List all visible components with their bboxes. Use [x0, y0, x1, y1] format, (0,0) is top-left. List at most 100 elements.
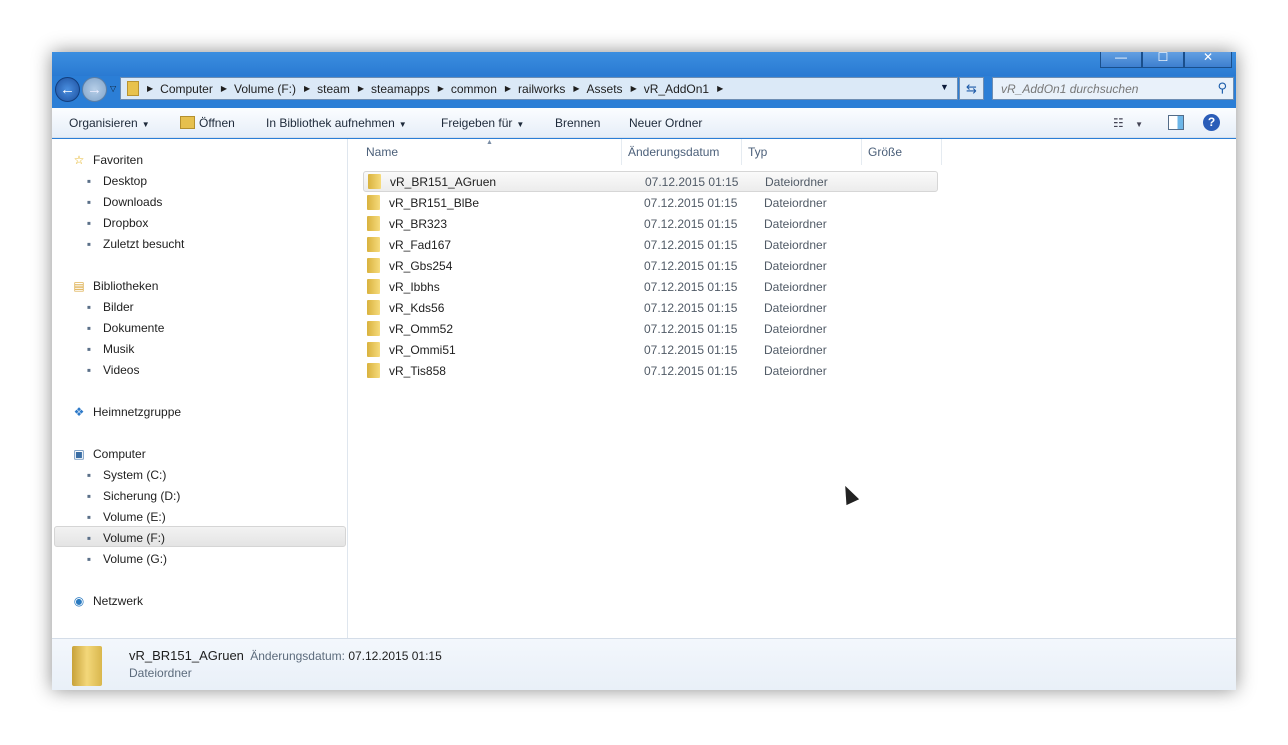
- drive-or-folder-icon: ▪: [86, 194, 92, 209]
- sidebar-item[interactable]: ▪ Bilder: [81, 296, 134, 317]
- sidebar-item[interactable]: ▪ Videos: [81, 359, 140, 380]
- file-name: vR_BR323: [389, 216, 448, 231]
- drive-or-folder-icon: ▪: [86, 509, 92, 524]
- folder-icon: [367, 216, 380, 231]
- sidebar-group-favorites[interactable]: ☆ Favoriten: [71, 149, 143, 170]
- sidebar-group-homegroup[interactable]: ❖ Heimnetzgruppe: [71, 401, 181, 422]
- chevron-right-icon[interactable]: ▶: [631, 84, 637, 93]
- chevron-down-icon: ▼: [516, 120, 525, 129]
- close-button[interactable]: ✕: [1184, 52, 1232, 68]
- preview-pane-icon[interactable]: [1168, 115, 1184, 130]
- drive-or-folder-icon: ▪: [86, 362, 92, 377]
- file-date: 07.12.2015 01:15: [644, 279, 738, 294]
- sidebar-item[interactable]: ▪ System (C:): [81, 464, 166, 485]
- open-button[interactable]: Öffnen: [180, 116, 235, 130]
- sidebar-item[interactable]: ▪ Dropbox: [81, 212, 149, 233]
- chevron-down-icon: ▼: [398, 120, 407, 129]
- column-header-size[interactable]: Größe: [862, 139, 942, 165]
- address-dropdown[interactable]: ▼: [940, 82, 949, 92]
- address-bar[interactable]: ▶ Computer ▶ Volume (F:) ▶ steam ▶ steamapps ▶ c…: [120, 77, 958, 100]
- folder-icon: [368, 174, 381, 189]
- forward-button[interactable]: →: [82, 77, 107, 102]
- file-date: 07.12.2015 01:15: [645, 174, 739, 189]
- search-input[interactable]: vR_AddOn1 durchsuchen ⚲: [992, 77, 1234, 100]
- sidebar-item-label: Sicherung (D:): [103, 488, 181, 503]
- sidebar-group-computer[interactable]: ▣ Computer: [71, 443, 145, 464]
- minimize-button[interactable]: —: [1100, 52, 1142, 68]
- organize-button[interactable]: Organisieren ▼: [69, 116, 150, 130]
- help-icon[interactable]: ?: [1203, 114, 1220, 131]
- sidebar-item[interactable]: ▪ Desktop: [81, 170, 147, 191]
- sidebar-item[interactable]: ▪ Sicherung (D:): [81, 485, 181, 506]
- share-with-button[interactable]: Freigeben für ▼: [441, 116, 524, 130]
- file-date: 07.12.2015 01:15: [644, 195, 738, 210]
- folder-icon: [367, 237, 380, 252]
- view-options-icon[interactable]: ☷ ▼: [1113, 116, 1143, 130]
- refresh-button[interactable]: ⇆: [959, 77, 984, 100]
- sidebar-item[interactable]: ▪ Dokumente: [81, 317, 165, 338]
- file-row[interactable]: vR_BR323 07.12.2015 01:15 Dateiordner: [363, 213, 938, 234]
- file-date: 07.12.2015 01:15: [644, 321, 738, 336]
- file-row[interactable]: vR_Fad167 07.12.2015 01:15 Dateiordner: [363, 234, 938, 255]
- search-icon[interactable]: ⚲: [1217, 80, 1227, 96]
- sidebar-item-label: Bibliotheken: [93, 278, 159, 293]
- chevron-right-icon[interactable]: ▶: [717, 84, 723, 93]
- breadcrumb-label: Assets: [586, 81, 623, 96]
- include-in-library-button[interactable]: In Bibliothek aufnehmen ▼: [266, 116, 407, 130]
- sidebar-item[interactable]: ▪ Downloads: [81, 191, 163, 212]
- search-placeholder: vR_AddOn1 durchsuchen: [1001, 81, 1139, 96]
- chevron-right-icon[interactable]: ▶: [358, 84, 364, 93]
- sidebar-item-label: System (C:): [103, 467, 167, 482]
- breadcrumb-label: Volume (F:): [234, 81, 297, 96]
- sidebar-group-libraries[interactable]: ▤ Bibliotheken: [71, 275, 158, 296]
- file-row[interactable]: vR_Kds56 07.12.2015 01:15 Dateiordner: [363, 297, 938, 318]
- file-row[interactable]: vR_Tis858 07.12.2015 01:15 Dateiordner: [363, 360, 938, 381]
- file-row[interactable]: vR_BR151_BlBe 07.12.2015 01:15 Dateiordner: [363, 192, 938, 213]
- file-date: 07.12.2015 01:15: [644, 363, 738, 378]
- drive-or-folder-icon: ▪: [86, 215, 92, 230]
- sidebar-item-label: Heimnetzgruppe: [93, 404, 182, 419]
- chevron-right-icon[interactable]: ▶: [438, 84, 444, 93]
- sidebar-item-label: Musik: [103, 341, 135, 356]
- title-bar: — ☐ ✕: [52, 52, 1236, 76]
- breadcrumb-item[interactable]: common: [451, 82, 497, 96]
- file-name: vR_Gbs254: [389, 258, 453, 273]
- sidebar-group-network[interactable]: ◉ Netzwerk: [71, 590, 143, 611]
- chevron-right-icon[interactable]: ▶: [505, 84, 511, 93]
- burn-button[interactable]: Brennen: [555, 116, 600, 130]
- breadcrumb-item[interactable]: steam: [317, 82, 350, 96]
- breadcrumb-item[interactable]: vR_AddOn1: [644, 82, 709, 96]
- back-button[interactable]: ←: [55, 77, 80, 102]
- column-header-date[interactable]: Änderungsdatum: [622, 139, 742, 165]
- breadcrumb-item[interactable]: Computer: [160, 82, 213, 96]
- command-bar: Organisieren ▼ Öffnen In Bibliothek aufne…: [52, 108, 1236, 138]
- sidebar-item[interactable]: ▪ Volume (F:): [81, 527, 165, 548]
- file-row[interactable]: vR_Gbs254 07.12.2015 01:15 Dateiordner: [363, 255, 938, 276]
- chevron-right-icon[interactable]: ▶: [147, 84, 153, 93]
- file-row[interactable]: vR_BR151_AGruen 07.12.2015 01:15 Dateiordn…: [363, 171, 938, 192]
- breadcrumb-item[interactable]: railworks: [518, 82, 565, 96]
- sidebar-item[interactable]: ▪ Volume (G:): [81, 548, 167, 569]
- file-name: vR_BR151_AGruen: [390, 174, 497, 189]
- column-header-type[interactable]: Typ: [742, 139, 862, 165]
- file-type: Dateiordner: [764, 258, 827, 273]
- new-folder-button[interactable]: Neuer Ordner: [629, 116, 702, 130]
- file-row[interactable]: vR_Ommi51 07.12.2015 01:15 Dateiordner: [363, 339, 938, 360]
- folder-icon: [127, 81, 139, 96]
- status-name: vR_BR151_AGruen: [129, 648, 244, 663]
- chevron-right-icon[interactable]: ▶: [221, 84, 227, 93]
- drive-or-folder-icon: ▪: [86, 341, 92, 356]
- file-row[interactable]: vR_Ibbhs 07.12.2015 01:15 Dateiordner: [363, 276, 938, 297]
- chevron-right-icon[interactable]: ▶: [304, 84, 310, 93]
- chevron-right-icon[interactable]: ▶: [573, 84, 579, 93]
- breadcrumb-item[interactable]: Volume (F:): [234, 82, 296, 96]
- sidebar-item[interactable]: ▪ Volume (E:): [81, 506, 166, 527]
- breadcrumb-item[interactable]: steamapps: [371, 82, 430, 96]
- sidebar-item[interactable]: ▪ Musik: [81, 338, 134, 359]
- recent-pages-dropdown[interactable]: ▽: [110, 84, 116, 93]
- file-row[interactable]: vR_Omm52 07.12.2015 01:15 Dateiordner: [363, 318, 938, 339]
- breadcrumb-item[interactable]: Assets: [587, 82, 623, 96]
- open-label: Öffnen: [199, 116, 235, 130]
- maximize-button[interactable]: ☐: [1142, 52, 1184, 68]
- sidebar-item[interactable]: ▪ Zuletzt besucht: [81, 233, 185, 254]
